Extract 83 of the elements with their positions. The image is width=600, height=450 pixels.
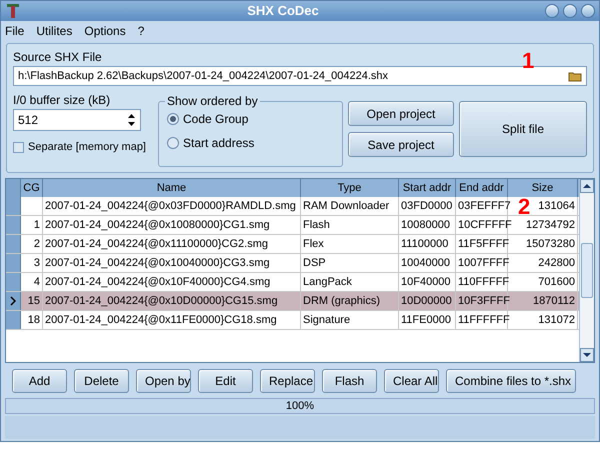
table-cell: 2007-01-24_004224{@0x10F40000}CG4.smg	[43, 273, 301, 291]
table-cell: Flash	[301, 216, 399, 234]
table-row[interactable]: 15 2007-01-24_004224{@0x10D00000}CG15.smg DRM (graphics) 10D00000 10F3FFFF 1870112	[6, 292, 579, 311]
toolbar-button[interactable]: Open by	[136, 369, 191, 393]
toolbar-button[interactable]: Edit	[198, 369, 253, 393]
scroll-thumb[interactable]	[581, 243, 593, 298]
folder-icon[interactable]	[568, 70, 582, 82]
radio-button[interactable]	[167, 137, 179, 149]
radio-button[interactable]	[167, 113, 179, 125]
table-cell: 1	[21, 216, 43, 234]
table-cell: 131072	[508, 311, 578, 329]
table-cell: 2007-01-24_004224{@0x10D00000}CG15.smg	[43, 292, 301, 310]
split-file-button[interactable]: Split file	[459, 101, 587, 157]
table-cell: 03FD0000	[399, 197, 456, 215]
table-row[interactable]: 2 2007-01-24_004224{@0x11100000}CG2.smg Flex 11100000 11F5FFFF 15073280	[6, 235, 579, 254]
current-row-icon	[10, 296, 16, 306]
table-cell: 110FFFFF	[456, 273, 508, 291]
toolbar-button[interactable]: Combine files to *.shx	[446, 369, 576, 393]
toolbar-button[interactable]: Add	[12, 369, 67, 393]
table-cell: 15	[21, 292, 43, 310]
table-cell: 1870112	[508, 292, 578, 310]
progress-reading: 100%	[284, 399, 316, 413]
table-cell: 2	[21, 235, 43, 253]
toolbar-button[interactable]: Delete	[74, 369, 129, 393]
table-cell: Flex	[301, 235, 399, 253]
checkbox-label: Separate [memory map]	[28, 140, 146, 155]
table-cell: 11FE0000	[399, 311, 456, 329]
table-cell: DRM (graphics)	[301, 292, 399, 310]
scroll-up-icon[interactable]	[580, 179, 594, 193]
table-cell: 11100000	[399, 235, 456, 253]
field-label: I/0 buffer size (kB)	[13, 92, 112, 109]
window-control-button[interactable]	[581, 4, 595, 18]
table-cell: 10D00000	[399, 292, 456, 310]
table-cell: 2007-01-24_004224{@0x10040000}CG3.smg	[43, 254, 301, 272]
menu-item[interactable]: ?	[138, 22, 144, 40]
menu-item[interactable]: Utilites	[36, 22, 72, 40]
table-cell: 701600	[508, 273, 578, 291]
table-cell: LangPack	[301, 273, 399, 291]
toolbar-button[interactable]: Clear All	[384, 369, 439, 393]
scrollbar[interactable]	[579, 179, 594, 362]
table-cell: 10040000	[399, 254, 456, 272]
group-title: Show ordered by	[165, 94, 260, 108]
table-row[interactable]: 4 2007-01-24_004224{@0x10F40000}CG4.smg LangPack 10F40000 110FFFFF 701600	[6, 273, 579, 292]
project-button[interactable]: Open project	[348, 101, 454, 126]
table-cell: 03FEFFF7	[456, 197, 508, 215]
app-icon	[5, 3, 21, 19]
table-row[interactable]: 3 2007-01-24_004224{@0x10040000}CG3.smg DSP 10040000 1007FFFF 242800	[6, 254, 579, 273]
table-cell: 242800	[508, 254, 578, 272]
table-cell: 11F5FFFF	[456, 235, 508, 253]
table-cell: 2007-01-24_004224{@0x10080000}CG1.smg	[43, 216, 301, 234]
buffer-size-spinner[interactable]: 512	[13, 109, 141, 131]
toolbar-button[interactable]: Flash	[322, 369, 377, 393]
table-cell: 1007FFFF	[456, 254, 508, 272]
toolbar-button[interactable]: Replace	[260, 369, 315, 393]
table-cell: 4	[21, 273, 43, 291]
radio-label: Start address	[183, 135, 254, 152]
table-cell: 2007-01-24_004224{@0x11FE0000}CG18.smg	[43, 311, 301, 329]
table-cell: 10080000	[399, 216, 456, 234]
table-row[interactable]: 1 2007-01-24_004224{@0x10080000}CG1.smg Flash 10080000 10CFFFFF 12734792	[6, 216, 579, 235]
menu-item[interactable]: Options	[84, 22, 126, 40]
table-cell: 18	[21, 311, 43, 329]
scroll-down-icon[interactable]	[580, 348, 594, 362]
table-cell: 2007-01-24_004224{@0x11100000}CG2.smg	[43, 235, 301, 253]
menu-item[interactable]: File	[5, 22, 24, 40]
table-cell: 10F40000	[399, 273, 456, 291]
table-cell: 2007-01-24_004224{@0x03FD0000}RAMDLD.smg	[43, 197, 301, 215]
table-cell: 15073280	[508, 235, 578, 253]
checkbox[interactable]	[13, 142, 24, 153]
table-cell: DSP	[301, 254, 399, 272]
window-control-button[interactable]	[545, 4, 559, 18]
table-cell: 3	[21, 254, 43, 272]
table-cell: RAM Downloader	[301, 197, 399, 215]
table-cell: 11FFFFFF	[456, 311, 508, 329]
spin-arrows-icon[interactable]	[127, 113, 136, 127]
table-cell: Signature	[301, 311, 399, 329]
table-row[interactable]: 18 2007-01-24_004224{@0x11FE0000}CG18.smg Signature 11FE0000 11FFFFFF 131072	[6, 311, 579, 330]
annotation-mark: 2	[518, 196, 530, 218]
window-title: SHX CoDec	[246, 2, 320, 20]
project-button[interactable]: Save project	[348, 132, 454, 157]
field-label: Source SHX File	[13, 50, 102, 64]
radio-label: Code Group	[183, 111, 248, 128]
table-cell: 10F3FFFF	[456, 292, 508, 310]
window-control-button[interactable]	[563, 4, 577, 18]
